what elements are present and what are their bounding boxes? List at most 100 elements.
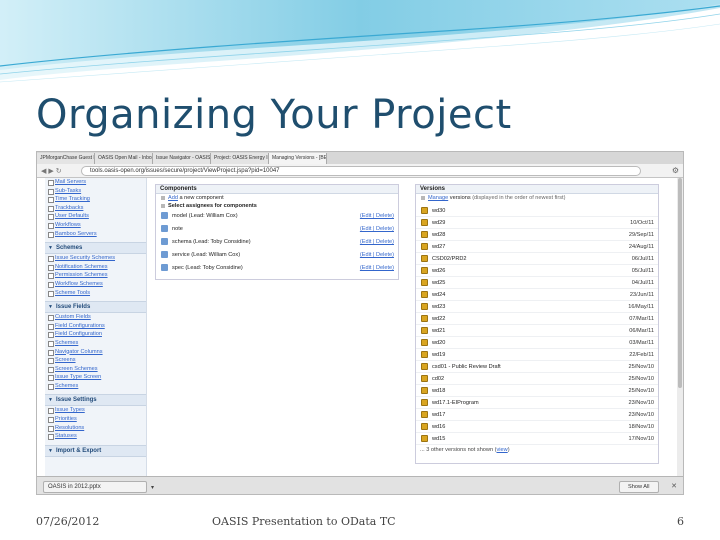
sidebar-item[interactable]: Time Tracking [45,195,146,204]
manage-versions-link[interactable]: Manage [428,195,448,201]
package-icon [421,411,428,418]
sidebar-item[interactable]: Screen Schemes [45,365,146,374]
component-row: spec (Lead: Toby Considine) (Edit | Delet… [156,262,398,274]
scrollbar-thumb[interactable] [678,178,682,388]
version-row: wd25 04/Jul/11 [416,277,658,289]
browser-tab-active[interactable]: Managing Versions - [BETA [269,153,327,164]
version-row: wd21 06/Mar/11 [416,325,658,337]
header-wave-decoration [0,0,720,83]
version-name: wd27 [432,244,446,250]
version-date: 23/Jun/11 [629,292,654,298]
chevron-down-icon[interactable]: ▾ [151,484,154,491]
sidebar-item[interactable]: Screens [45,356,146,365]
sidebar-item[interactable]: User Defaults [45,212,146,221]
component-name: schema (Lead: Toby Considine) [172,239,251,245]
select-assignees-action[interactable]: Select assignees for components [156,202,398,210]
download-item[interactable]: OASIS in 2012.pptx [43,481,147,493]
component-name: service (Lead: William Cox) [172,252,241,258]
version-date: 06/Mar/11 [629,328,654,334]
package-icon [421,231,428,238]
manage-versions-action: Manage versions (displayed in the order … [416,194,658,202]
triangle-down-icon: ▼ [48,245,53,252]
package-icon [421,219,428,226]
sidebar-item[interactable]: Notification Schemes [45,263,146,272]
sidebar-item[interactable]: Sub-Tasks [45,187,146,196]
package-icon [421,315,428,322]
version-name: wd25 [432,280,446,286]
sidebar-item[interactable]: Resolutions [45,424,146,433]
browser-tab[interactable]: Project: OASIS Energy Inter [211,153,269,164]
sidebar-item[interactable]: Trackbacks [45,204,146,213]
sidebar-item[interactable]: Schemes [45,339,146,348]
sidebar-item[interactable]: Bamboo Servers [45,230,146,239]
version-date: 25/Nov/10 [628,376,655,382]
view-more-link[interactable]: view [497,447,508,453]
component-name: model (Lead: William Cox) [172,213,238,219]
url-input[interactable]: tools.oasis-open.org/issues/secure/proje… [81,166,641,176]
version-name: wd17 [432,412,446,418]
add-component-action: Add a new component [156,194,398,202]
browser-tab[interactable]: OASIS Open Mail - Inbox (1 [95,153,153,164]
component-edit-delete[interactable]: (Edit | Delete) [360,252,394,258]
version-name: wd29 [432,220,446,226]
component-name: note [172,226,183,232]
more-end: ) [507,447,510,453]
version-row: wd30 [416,205,658,217]
version-row: cd02 25/Nov/10 [416,373,658,385]
version-row: wd17 23/Nov/10 [416,409,658,421]
sidebar-item[interactable]: Schemes [45,382,146,391]
sidebar-item[interactable]: Custom Fields [45,313,146,322]
component-edit-delete[interactable]: (Edit | Delete) [360,265,394,271]
version-date: 23/Nov/10 [628,400,655,406]
triangle-down-icon: ▼ [48,304,53,311]
sidebar-item[interactable]: Issue Types [45,406,146,415]
browser-tab[interactable]: Issue Navigator - OASIS Iss [153,153,211,164]
package-icon [421,207,428,214]
action-text: versions [449,195,471,201]
sidebar-section-header[interactable]: ▼ Issue Settings [45,394,146,407]
reload-icon[interactable]: ↻ [56,168,64,175]
browser-tab[interactable]: JPMorganChase Guest Netw [37,153,95,164]
package-icon [421,351,428,358]
more-versions-note: ... 3 other versions not shown (view) [420,447,510,453]
sidebar-item[interactable]: Priorities [45,415,146,424]
sidebar-section-header[interactable]: ▼ Import & Export [45,444,146,457]
sidebar-item[interactable]: Statuses [45,432,146,441]
admin-sidebar: Mail Servers Sub-Tasks Time Tracking Tra… [45,178,147,476]
component-edit-delete[interactable]: (Edit | Delete) [360,239,394,245]
sidebar-item[interactable]: Mail Servers [45,178,146,187]
package-icon [421,267,428,274]
close-icon[interactable]: ✕ [671,482,677,490]
wrench-icon[interactable]: ⚙ [672,166,679,175]
package-icon [421,255,428,262]
sidebar-section-header[interactable]: ▼ Schemes [45,242,146,255]
sidebar-item[interactable]: Field Configuration [45,330,146,339]
sidebar-item[interactable]: Field Configurations [45,322,146,331]
sidebar-section-header[interactable]: ▼ Issue Fields [45,301,146,314]
component-edit-delete[interactable]: (Edit | Delete) [360,226,394,232]
sidebar-item[interactable]: Permission Schemes [45,271,146,280]
package-icon [421,291,428,298]
version-date: 25/Nov/10 [628,364,655,370]
add-component-link[interactable]: Add [168,195,178,201]
sidebar-item[interactable]: Scheme Tools [45,289,146,298]
show-all-button[interactable]: Show All [619,481,659,493]
forward-icon[interactable]: ▶ [48,168,55,175]
component-edit-delete[interactable]: (Edit | Delete) [360,213,394,219]
sidebar-item[interactable]: Workflow Schemes [45,280,146,289]
sidebar-item[interactable]: Workflows [45,221,146,230]
version-name: wd21 [432,328,446,334]
version-row: wd24 23/Jun/11 [416,289,658,301]
page-scrollbar[interactable] [677,178,683,476]
package-icon [421,363,428,370]
sidebar-item[interactable]: Issue Type Screen [45,373,146,382]
sidebar-item[interactable]: Navigator Columns [45,348,146,357]
package-icon [421,243,428,250]
version-row: wd29 10/Oct/11 [416,217,658,229]
select-assignees-link[interactable]: Select assignees for components [168,203,257,209]
sidebar-item[interactable]: Issue Security Schemes [45,254,146,263]
nav-buttons: ◀▶↻ [41,167,64,175]
version-row: wd26 05/Jul/11 [416,265,658,277]
section-title: Issue Fields [55,304,91,311]
version-date: 04/Jul/11 [631,280,654,286]
